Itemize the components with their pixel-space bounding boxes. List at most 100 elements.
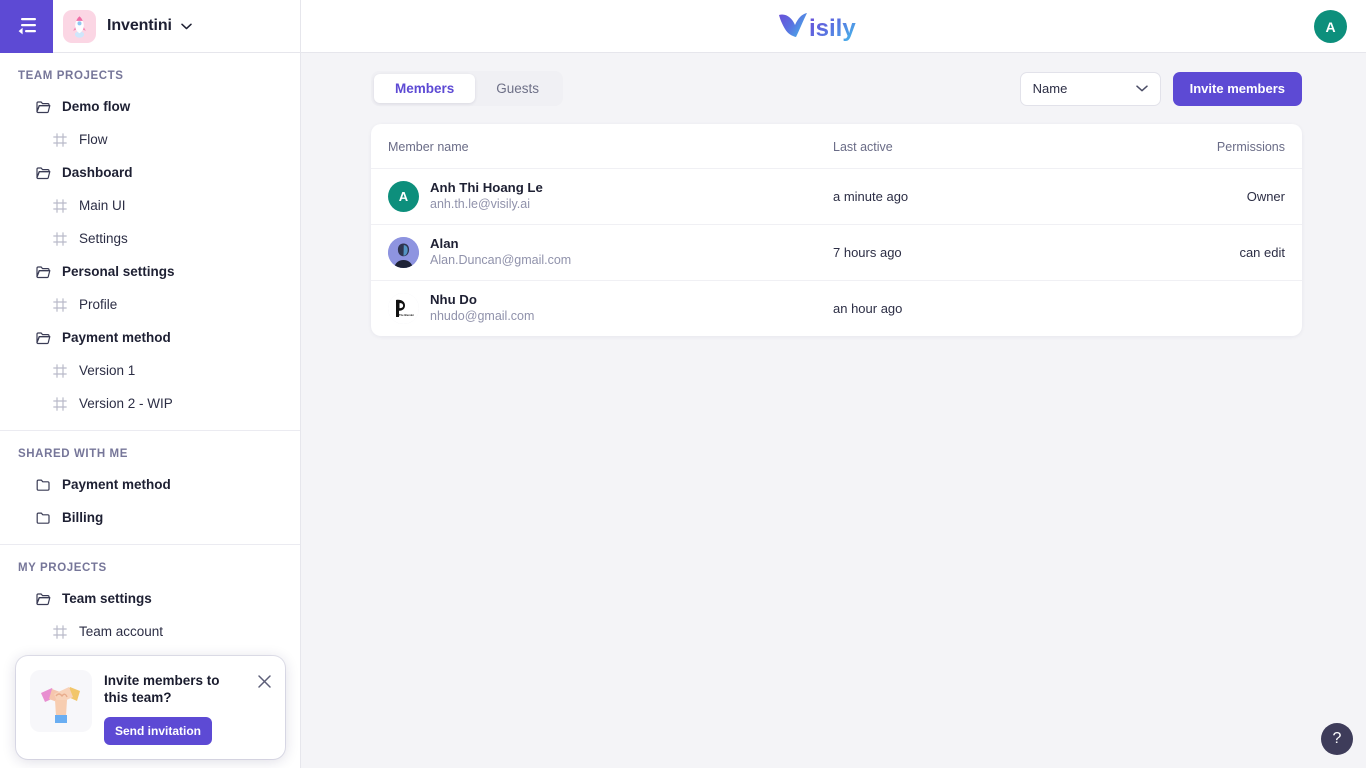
sidebar-item-payment-method[interactable]: Payment method [0, 321, 300, 354]
sidebar-item-label: Version 2 - WIP [79, 396, 173, 411]
artboard-icon [53, 297, 67, 312]
collapse-sidebar-button[interactable] [0, 0, 53, 53]
column-header-last-active: Last active [833, 140, 893, 154]
sidebar-item-settings[interactable]: Settings [0, 222, 300, 255]
artboard-icon [53, 624, 70, 639]
last-active-cell: a minute ago [833, 189, 909, 204]
sidebar-item-label: Dashboard [62, 165, 133, 180]
sidebar-item-demo-flow[interactable]: Demo flow [0, 90, 300, 123]
invite-card-title: Invite members to this team? [104, 673, 220, 705]
sort-by-value: Name [1032, 81, 1068, 96]
chevron-down-icon [181, 23, 192, 29]
question-mark-icon: ? [1332, 730, 1342, 747]
member-cell: Alan Alan.Duncan@gmail.com [388, 236, 833, 269]
folder-icon [36, 479, 50, 491]
artboard-icon [53, 297, 70, 312]
sidebar-item-flow[interactable]: Flow [0, 123, 300, 156]
artboard-icon [53, 132, 67, 147]
invite-members-button[interactable]: Invite members [1172, 71, 1302, 106]
member-email: nhudo@gmail.com [430, 309, 535, 323]
invite-members-card: Invite members to this team? Send invita… [16, 656, 285, 759]
sidebar-item-label: Personal settings [62, 264, 175, 279]
table-row[interactable]: The Blender Nhu Do nhudo@gmail.com an hour … [371, 280, 1302, 336]
top-bar: isily A [301, 0, 1366, 53]
artboard-icon [53, 624, 67, 639]
close-invite-card-button[interactable] [255, 672, 273, 690]
sidebar-item-label: Version 1 [79, 363, 136, 378]
rocket-icon [73, 15, 86, 38]
member-cell: A Anh Thi Hoang Le anh.th.le@visily.ai [388, 180, 833, 213]
member-email: anh.th.le@visily.ai [430, 197, 530, 211]
sidebar-tree: TEAM PROJECTS Demo flow Flow Dashboard Main … [0, 53, 300, 648]
members-page: Members Guests Name Invite members Membe… [301, 53, 1366, 336]
sidebar-item-version-2-wip[interactable]: Version 2 - WIP [0, 387, 300, 420]
members-table: Member name Last active Permissions A Anh… [371, 124, 1302, 336]
sidebar-item-main-ui[interactable]: Main UI [0, 189, 300, 222]
logo-text: isily [809, 15, 856, 42]
sidebar-item-label: Payment method [62, 477, 171, 492]
table-body: A Anh Thi Hoang Le anh.th.le@visily.ai a mi… [371, 168, 1302, 336]
main-content: isily A Members Guests Name Invite membe… [301, 0, 1366, 768]
sidebar-item-team-account[interactable]: Team account [0, 615, 300, 648]
member-cell: The Blender Nhu Do nhudo@gmail.com [388, 292, 833, 325]
folder-open-icon [36, 166, 51, 179]
sidebar-item-dashboard[interactable]: Dashboard [0, 156, 300, 189]
member-name: Nhu Do [430, 292, 477, 307]
sidebar-item-profile[interactable]: Profile [0, 288, 300, 321]
team-switcher-chevron[interactable] [181, 23, 192, 30]
sidebar-item-label: Profile [79, 297, 118, 312]
sidebar-section-label: TEAM PROJECTS [18, 70, 124, 82]
sidebar-section-label: MY PROJECTS [18, 562, 107, 574]
artboard-icon [53, 198, 67, 213]
sidebar-item-label: Settings [79, 231, 128, 246]
collapse-sidebar-icon [18, 18, 36, 35]
member-email: Alan.Duncan@gmail.com [430, 253, 572, 267]
artboard-icon [53, 231, 67, 246]
table-header-row: Member name Last active Permissions [371, 124, 1302, 168]
sidebar-item-payment-method[interactable]: Payment method [0, 468, 300, 501]
sidebar-header: Inventini [0, 0, 300, 53]
artboard-icon [53, 198, 70, 213]
svg-text:The Blender: The Blender [399, 313, 414, 317]
toolbar-actions: Name Invite members [1019, 71, 1302, 106]
artboard-icon [53, 231, 70, 246]
sidebar-item-label: Demo flow [62, 99, 131, 114]
sidebar-item-version-1[interactable]: Version 1 [0, 354, 300, 387]
sidebar-item-label: Team account [79, 624, 164, 639]
folder-open-icon [36, 265, 51, 278]
folder-open-icon [36, 166, 53, 180]
user-avatar[interactable]: A [1314, 10, 1347, 43]
folder-open-icon [36, 592, 51, 605]
artboard-icon [53, 396, 70, 411]
folder-open-icon [36, 592, 53, 606]
permission-cell[interactable]: can edit [1193, 245, 1285, 260]
sidebar-item-label: Flow [79, 132, 108, 147]
avatar: A [388, 181, 419, 212]
tab-members[interactable]: Members [374, 74, 476, 103]
help-button[interactable]: ? [1321, 723, 1353, 755]
sort-by-select[interactable]: Name [1019, 71, 1161, 106]
sidebar-item-team-settings[interactable]: Team settings [0, 582, 300, 615]
artboard-icon [53, 363, 70, 378]
send-invitation-button[interactable]: Send invitation [104, 717, 213, 745]
sidebar-item-billing[interactable]: Billing [0, 501, 300, 534]
avatar [388, 237, 419, 268]
member-name: Alan [430, 236, 459, 251]
folder-icon [36, 512, 50, 524]
sidebar-item-label: Payment method [62, 330, 171, 345]
table-row[interactable]: A Anh Thi Hoang Le anh.th.le@visily.ai a mi… [371, 168, 1302, 224]
app-root: Inventini TEAM PROJECTS Demo flow Flow Dash… [0, 0, 1366, 768]
permission-cell[interactable]: Owner [1193, 189, 1285, 204]
folder-open-icon [36, 265, 53, 279]
team-avatar[interactable] [63, 9, 96, 43]
folder-open-icon [36, 331, 51, 344]
close-icon [257, 674, 271, 688]
artboard-icon [53, 363, 67, 378]
tab-guests[interactable]: Guests [475, 74, 560, 103]
table-row[interactable]: Alan Alan.Duncan@gmail.com 7 hours ago can … [371, 224, 1302, 280]
folder-open-icon [36, 100, 53, 114]
members-guests-tabs: Members Guests [371, 71, 564, 106]
sidebar-item-label: Billing [62, 510, 104, 525]
sidebar: Inventini TEAM PROJECTS Demo flow Flow Dash… [0, 0, 301, 768]
sidebar-item-personal-settings[interactable]: Personal settings [0, 255, 300, 288]
